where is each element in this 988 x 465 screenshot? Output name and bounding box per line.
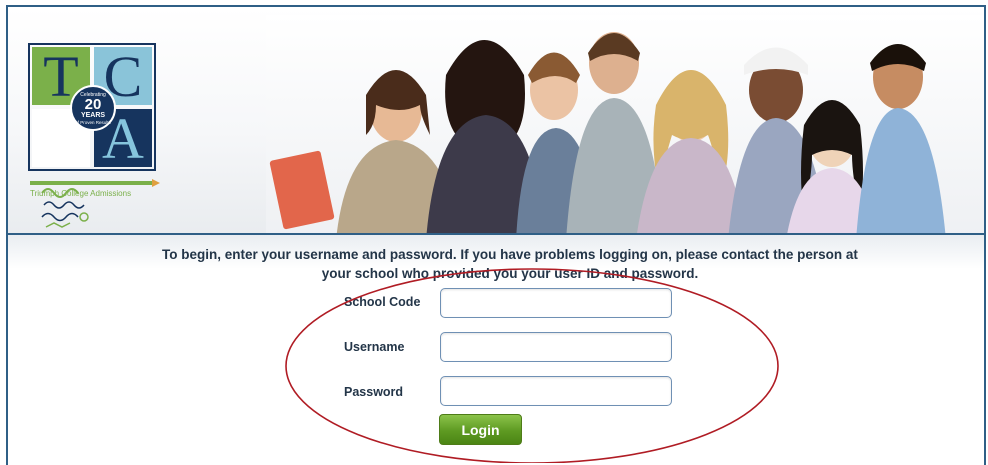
login-instructions: To begin, enter your username and passwo… [162, 247, 858, 281]
school-code-label: School Code [344, 295, 421, 309]
username-label: Username [344, 340, 405, 354]
username-input[interactable] [440, 332, 672, 362]
password-input[interactable] [440, 376, 672, 406]
password-label: Password [344, 385, 404, 399]
login-button[interactable]: Login [439, 414, 522, 445]
students-photo [266, 15, 984, 234]
pencil-tip [152, 179, 160, 187]
anniversary-badge: Celebrating 20 YEARS of Proven Results [70, 85, 116, 131]
header-banner: T C A Celebrating 20 YEARS of Proven Res… [8, 7, 984, 234]
tca-logo: T C A Celebrating 20 YEARS of Proven Res… [28, 43, 160, 228]
pencil-underline [30, 181, 156, 185]
school-code-input[interactable] [440, 288, 672, 318]
logo-tagline: Triumph College Admissions [30, 189, 132, 198]
